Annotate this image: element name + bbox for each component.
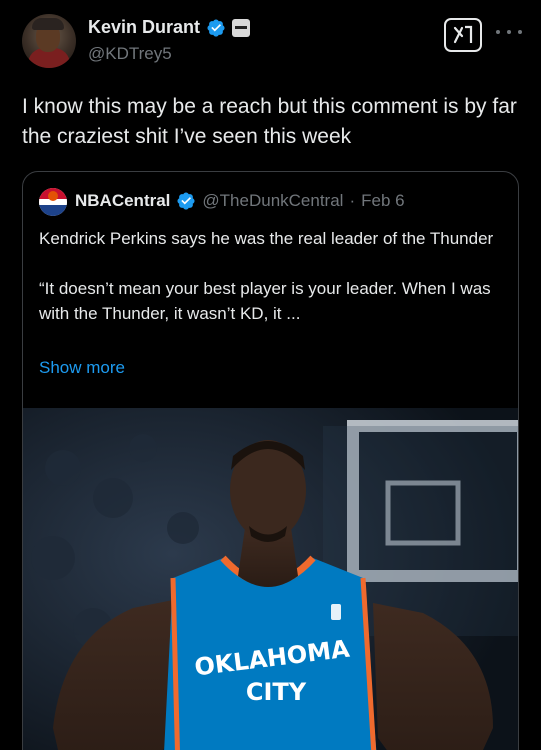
more-dots-icon[interactable] — [496, 22, 522, 42]
affiliate-badge-icon — [232, 18, 251, 37]
verified-badge-icon — [207, 18, 225, 37]
quoted-date[interactable]: Feb 6 — [361, 191, 404, 211]
quoted-text: Kendrick Perkins says he was the real le… — [39, 226, 509, 351]
quoted-photo[interactable]: OKLAHOMA CITY — [23, 408, 518, 750]
player-photo-illustration: OKLAHOMA CITY — [23, 408, 518, 750]
quoted-separator: · — [349, 191, 356, 210]
quoted-handle[interactable]: @TheDunkCentral — [202, 191, 343, 211]
author-avatar[interactable] — [22, 14, 76, 68]
quoted-paragraph-2: “It doesn’t mean your best player is you… — [39, 279, 491, 323]
show-more-link[interactable]: Show more — [39, 358, 125, 378]
avatar-cap — [32, 18, 64, 30]
quoted-avatar[interactable] — [39, 188, 67, 216]
grok-icon — [453, 25, 473, 44]
author-display-name[interactable]: Kevin Durant — [88, 17, 200, 38]
jersey-text-line-2: CITY — [246, 678, 307, 706]
author-name-row: Kevin Durant — [88, 17, 251, 38]
grok-button[interactable] — [444, 18, 482, 52]
quoted-name[interactable]: NBACentral — [75, 191, 170, 211]
quoted-header: NBACentral @TheDunkCentral · Feb 6 — [75, 191, 405, 211]
quoted-tweet-card[interactable]: NBACentral @TheDunkCentral · Feb 6 Kendr… — [22, 171, 519, 750]
quoted-paragraph-1: Kendrick Perkins says he was the real le… — [39, 229, 494, 248]
verified-badge-icon — [177, 192, 195, 210]
tweet-view: Kevin Durant @KDTrey5 I know this may be… — [0, 0, 541, 750]
author-handle[interactable]: @KDTrey5 — [88, 44, 172, 64]
tweet-text: I know this may be a reach but this comm… — [22, 95, 517, 148]
